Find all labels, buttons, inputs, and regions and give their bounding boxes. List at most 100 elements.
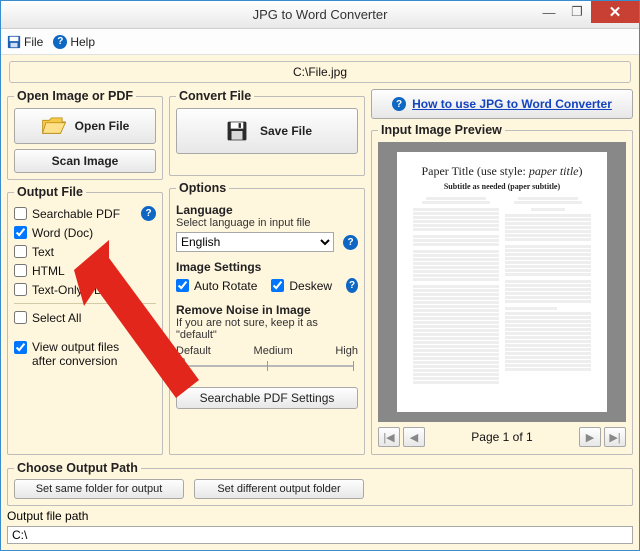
- bottom-rows: Choose Output Path Set same folder for o…: [7, 461, 633, 544]
- help-icon[interactable]: ?: [141, 206, 156, 221]
- noise-slider[interactable]: [176, 357, 358, 375]
- close-button[interactable]: ✕: [591, 1, 639, 23]
- checkbox-auto-rotate[interactable]: [176, 279, 189, 292]
- label-view-after: View output files after conversion: [32, 341, 119, 369]
- pager-prev-button[interactable]: ◀: [403, 427, 425, 447]
- options-box: Options Language Select language in inpu…: [169, 181, 365, 455]
- pager-next-button[interactable]: ▶: [579, 427, 601, 447]
- set-same-folder-label: Set same folder for output: [36, 483, 163, 495]
- save-file-label: Save File: [260, 124, 312, 138]
- auto-rotate-row[interactable]: Auto Rotate: [176, 276, 257, 295]
- output-file-box: Output File Searchable PDF ? Word (Doc) …: [7, 185, 163, 455]
- middle-column: Convert File Save File Options Language …: [169, 89, 365, 455]
- howto-button[interactable]: ? How to use JPG to Word Converter: [371, 89, 633, 119]
- output-checkbox-searchable-pdf[interactable]: Searchable PDF ?: [14, 204, 156, 223]
- preview-pager: |◀ ◀ Page 1 of 1 ▶ ▶|: [378, 426, 626, 448]
- output-file-path-label: Output file path: [7, 509, 88, 523]
- preview-paper-subtitle: Subtitle as needed (paper subtitle): [413, 182, 591, 191]
- slider-label-default: Default: [176, 345, 211, 357]
- open-file-label: Open File: [75, 119, 130, 133]
- output-checkbox-word-doc[interactable]: Word (Doc): [14, 223, 156, 242]
- language-select[interactable]: English: [176, 232, 334, 252]
- folder-open-icon: [41, 115, 67, 137]
- help-icon[interactable]: ?: [346, 278, 358, 293]
- set-different-folder-label: Set different output folder: [217, 483, 340, 495]
- label-deskew: Deskew: [289, 279, 332, 293]
- output-checkbox-text[interactable]: Text: [14, 242, 156, 261]
- language-heading: Language: [176, 203, 358, 217]
- checkbox-view-after[interactable]: [14, 341, 27, 354]
- checkbox-searchable-pdf[interactable]: [14, 207, 27, 220]
- content-area: C:\File.jpg Open Image or PDF Open File …: [1, 55, 639, 550]
- deskew-row[interactable]: Deskew: [271, 276, 332, 295]
- save-file-button[interactable]: Save File: [176, 108, 358, 154]
- input-filepath-display: C:\File.jpg: [9, 61, 631, 83]
- app-window: JPG to Word Converter — ❐ ✕ File ? Help …: [0, 0, 640, 551]
- convert-file-box: Convert File Save File: [169, 89, 365, 176]
- window-controls: — ❐ ✕: [535, 1, 639, 23]
- open-file-button[interactable]: Open File: [14, 108, 156, 144]
- label-auto-rotate: Auto Rotate: [194, 279, 257, 293]
- pager-first-button[interactable]: |◀: [378, 427, 400, 447]
- label-text: Text: [32, 245, 54, 259]
- menu-file-label: File: [24, 35, 43, 49]
- select-all-row[interactable]: Select All: [14, 308, 156, 327]
- open-image-legend: Open Image or PDF: [14, 89, 136, 103]
- label-html: HTML: [32, 264, 65, 278]
- remove-noise-heading: Remove Noise in Image: [176, 303, 358, 317]
- checkbox-html[interactable]: [14, 264, 27, 277]
- slider-label-medium: Medium: [254, 345, 293, 357]
- choose-output-path-legend: Choose Output Path: [14, 461, 141, 475]
- pager-page-label: Page 1 of 1: [428, 430, 576, 444]
- label-searchable-pdf: Searchable PDF: [32, 207, 120, 221]
- preview-col-left: [413, 197, 499, 396]
- output-checkbox-text-only-pdf[interactable]: Text-Only PDF: [14, 280, 156, 299]
- preview-canvas: Paper Title (use style: paper title) Sub…: [378, 142, 626, 422]
- menu-file[interactable]: File: [7, 35, 43, 49]
- language-subnote: Select language in input file: [176, 217, 358, 229]
- pager-last-button[interactable]: ▶|: [604, 427, 626, 447]
- separator: [14, 303, 156, 304]
- preview-col-right: [505, 197, 591, 396]
- minimize-button[interactable]: —: [535, 1, 563, 23]
- label-select-all: Select All: [32, 311, 81, 325]
- output-checkbox-html[interactable]: HTML: [14, 261, 156, 280]
- view-after-row[interactable]: View output files after conversion: [14, 341, 156, 369]
- open-image-box: Open Image or PDF Open File Scan Image: [7, 89, 163, 180]
- checkbox-text-only-pdf[interactable]: [14, 283, 27, 296]
- searchable-pdf-settings-button[interactable]: Searchable PDF Settings: [176, 387, 358, 409]
- floppy-disk-icon: [222, 116, 252, 146]
- save-icon: [7, 35, 21, 49]
- slider-label-high: High: [335, 345, 358, 357]
- checkbox-deskew[interactable]: [271, 279, 284, 292]
- choose-output-path-box: Choose Output Path Set same folder for o…: [7, 461, 633, 506]
- convert-file-legend: Convert File: [176, 89, 254, 103]
- help-icon[interactable]: ?: [343, 235, 358, 250]
- set-same-folder-button[interactable]: Set same folder for output: [14, 479, 184, 499]
- help-icon: ?: [53, 35, 67, 49]
- maximize-button[interactable]: ❐: [563, 1, 591, 23]
- help-icon: ?: [392, 97, 406, 111]
- checkbox-text[interactable]: [14, 245, 27, 258]
- menu-help-label: Help: [70, 35, 95, 49]
- preview-body: [413, 197, 591, 396]
- columns: Open Image or PDF Open File Scan Image O…: [7, 89, 633, 455]
- output-file-path-input[interactable]: [7, 526, 633, 544]
- menu-help[interactable]: ? Help: [53, 35, 95, 49]
- preview-page: Paper Title (use style: paper title) Sub…: [397, 152, 607, 412]
- set-different-folder-button[interactable]: Set different output folder: [194, 479, 364, 499]
- remove-noise-subnote: If you are not sure, keep it as "default…: [176, 317, 358, 341]
- howto-label: How to use JPG to Word Converter: [412, 97, 612, 111]
- menubar: File ? Help: [1, 29, 639, 55]
- input-preview-box: Input Image Preview Paper Title (use sty…: [371, 123, 633, 455]
- input-preview-legend: Input Image Preview: [378, 123, 505, 137]
- checkbox-select-all[interactable]: [14, 311, 27, 324]
- label-text-only-pdf: Text-Only PDF: [32, 283, 110, 297]
- label-word-doc: Word (Doc): [32, 226, 93, 240]
- scan-image-button[interactable]: Scan Image: [14, 149, 156, 173]
- image-settings-heading: Image Settings: [176, 260, 358, 274]
- left-column: Open Image or PDF Open File Scan Image O…: [7, 89, 163, 455]
- titlebar: JPG to Word Converter — ❐ ✕: [1, 1, 639, 29]
- checkbox-word-doc[interactable]: [14, 226, 27, 239]
- right-column: ? How to use JPG to Word Converter Input…: [371, 89, 633, 455]
